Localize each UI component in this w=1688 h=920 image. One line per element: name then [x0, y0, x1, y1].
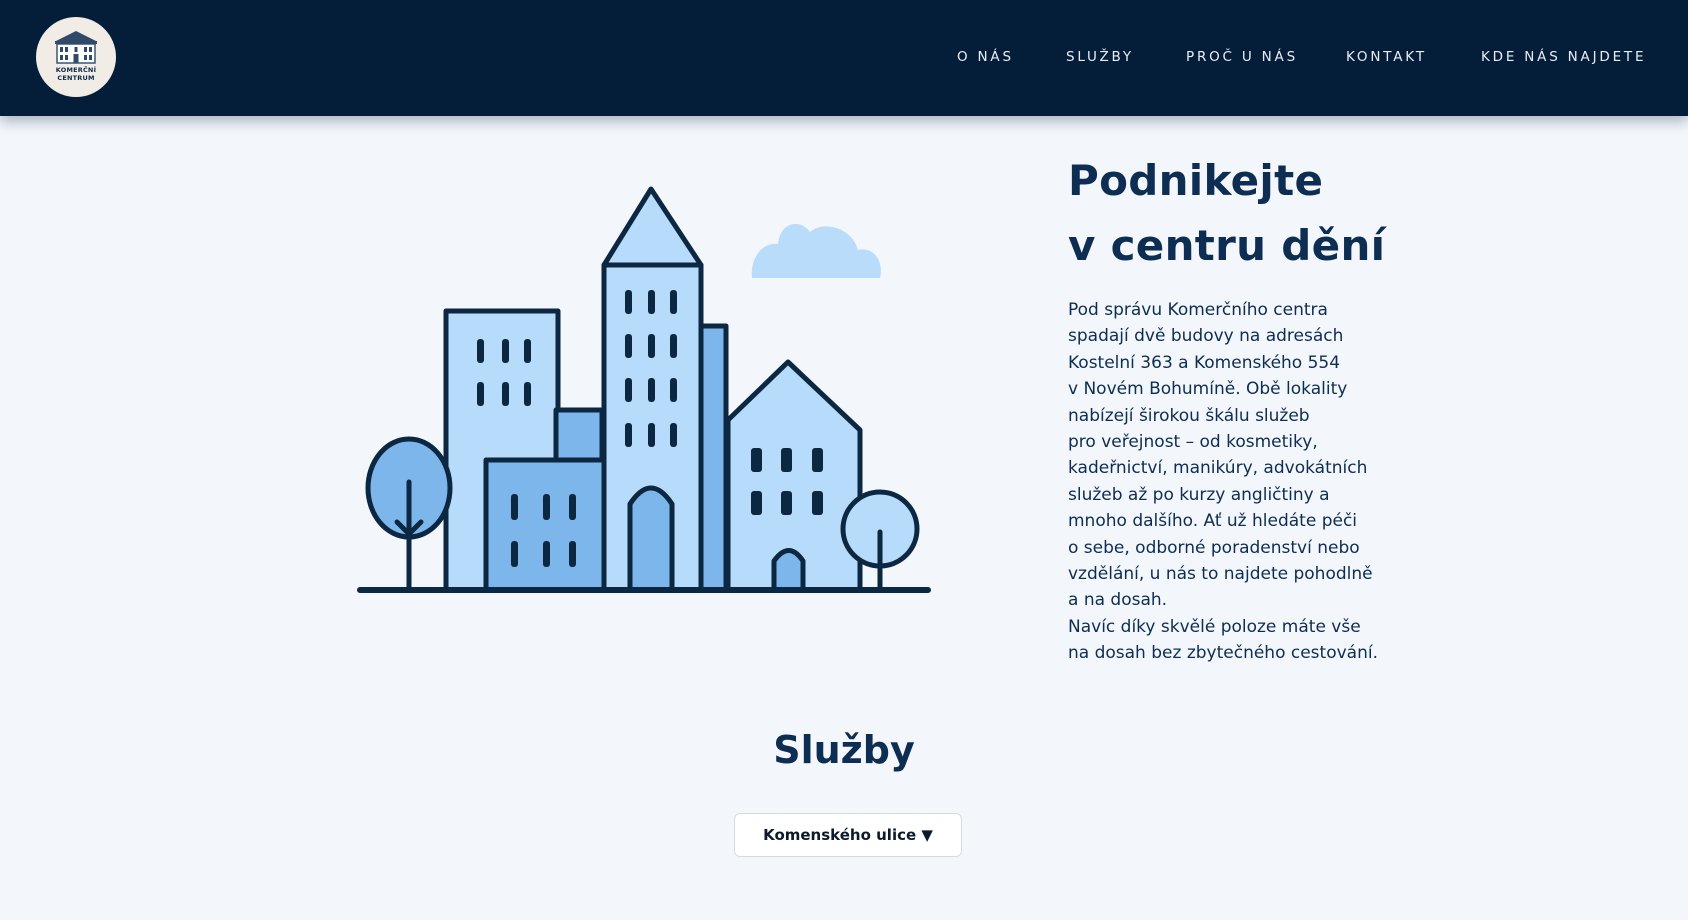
nav-link-kde-nas-najdete[interactable]: KDE NÁS NAJDETE [1481, 49, 1646, 65]
hero-text-line: spadají dvě budovy na adresách [1068, 326, 1344, 347]
hero-text-line: kadeřnictví, manikúry, advokátních [1068, 458, 1368, 479]
main-nav: O NÁS SLUŽBY PROČ U NÁS KONTAKT KDE NÁS … [0, 49, 1688, 69]
hero-text-line: vzdělání, u nás to najdete pohodlně [1068, 564, 1373, 585]
hero-text-line: mnoho dalšího. Ať už hledáte péči [1068, 511, 1358, 532]
hero-text-line: služeb až po kurzy angličtiny a [1068, 484, 1330, 505]
hero-title-line2: v centru dění [1068, 221, 1386, 270]
city-buildings-illustration [357, 186, 931, 593]
nav-link-sluzby[interactable]: SLUŽBY [1066, 49, 1134, 65]
tower-roof [601, 186, 704, 268]
site-header: KOMERČNÍ CENTRUM O NÁS SLUŽBY PROČ U NÁS… [0, 0, 1688, 116]
tower-side [698, 323, 729, 593]
services-title: Služby [773, 728, 915, 772]
hero-text-line: o sebe, odborné poradenství nebo [1068, 537, 1360, 558]
hero-text-line: Navíc díky skvělé poloze máte vše [1068, 616, 1361, 637]
hero-text-line: Kostelní 363 a Komenského 554 [1068, 352, 1341, 373]
hero-text-line: a na dosah. [1068, 590, 1168, 611]
tower-door [627, 485, 675, 593]
hero-title: Podnikejte v centru dění [1068, 148, 1385, 278]
hero-text-line: Pod správu Komerčního centra [1068, 300, 1328, 320]
hero-text-line: nabízejí širokou škálu služeb [1068, 405, 1310, 426]
hero-text-line: pro veřejnost – od kosmetiky, [1068, 432, 1318, 453]
building-connector [553, 407, 605, 463]
logo-text-line2: CENTRUM [57, 74, 95, 82]
hero-text-line: v Novém Bohumíně. Obě lokality [1068, 379, 1348, 400]
house-door [771, 548, 806, 593]
building-front [483, 457, 607, 593]
cloud-icon [751, 223, 881, 278]
nav-link-kontakt[interactable]: KONTAKT [1346, 49, 1427, 65]
hero-title-line1: Podnikejte [1068, 156, 1324, 205]
hero-text-line: na dosah bez zbytečného cestování. [1068, 643, 1378, 664]
nav-link-o-nas[interactable]: O NÁS [957, 49, 1014, 65]
location-select[interactable]: Komenského ulice ▼ [734, 813, 962, 857]
nav-link-proc-u-nas[interactable]: PROČ U NÁS [1186, 49, 1298, 65]
hero-description: Pod správu Komerčního centra spadají dvě… [1068, 297, 1408, 667]
